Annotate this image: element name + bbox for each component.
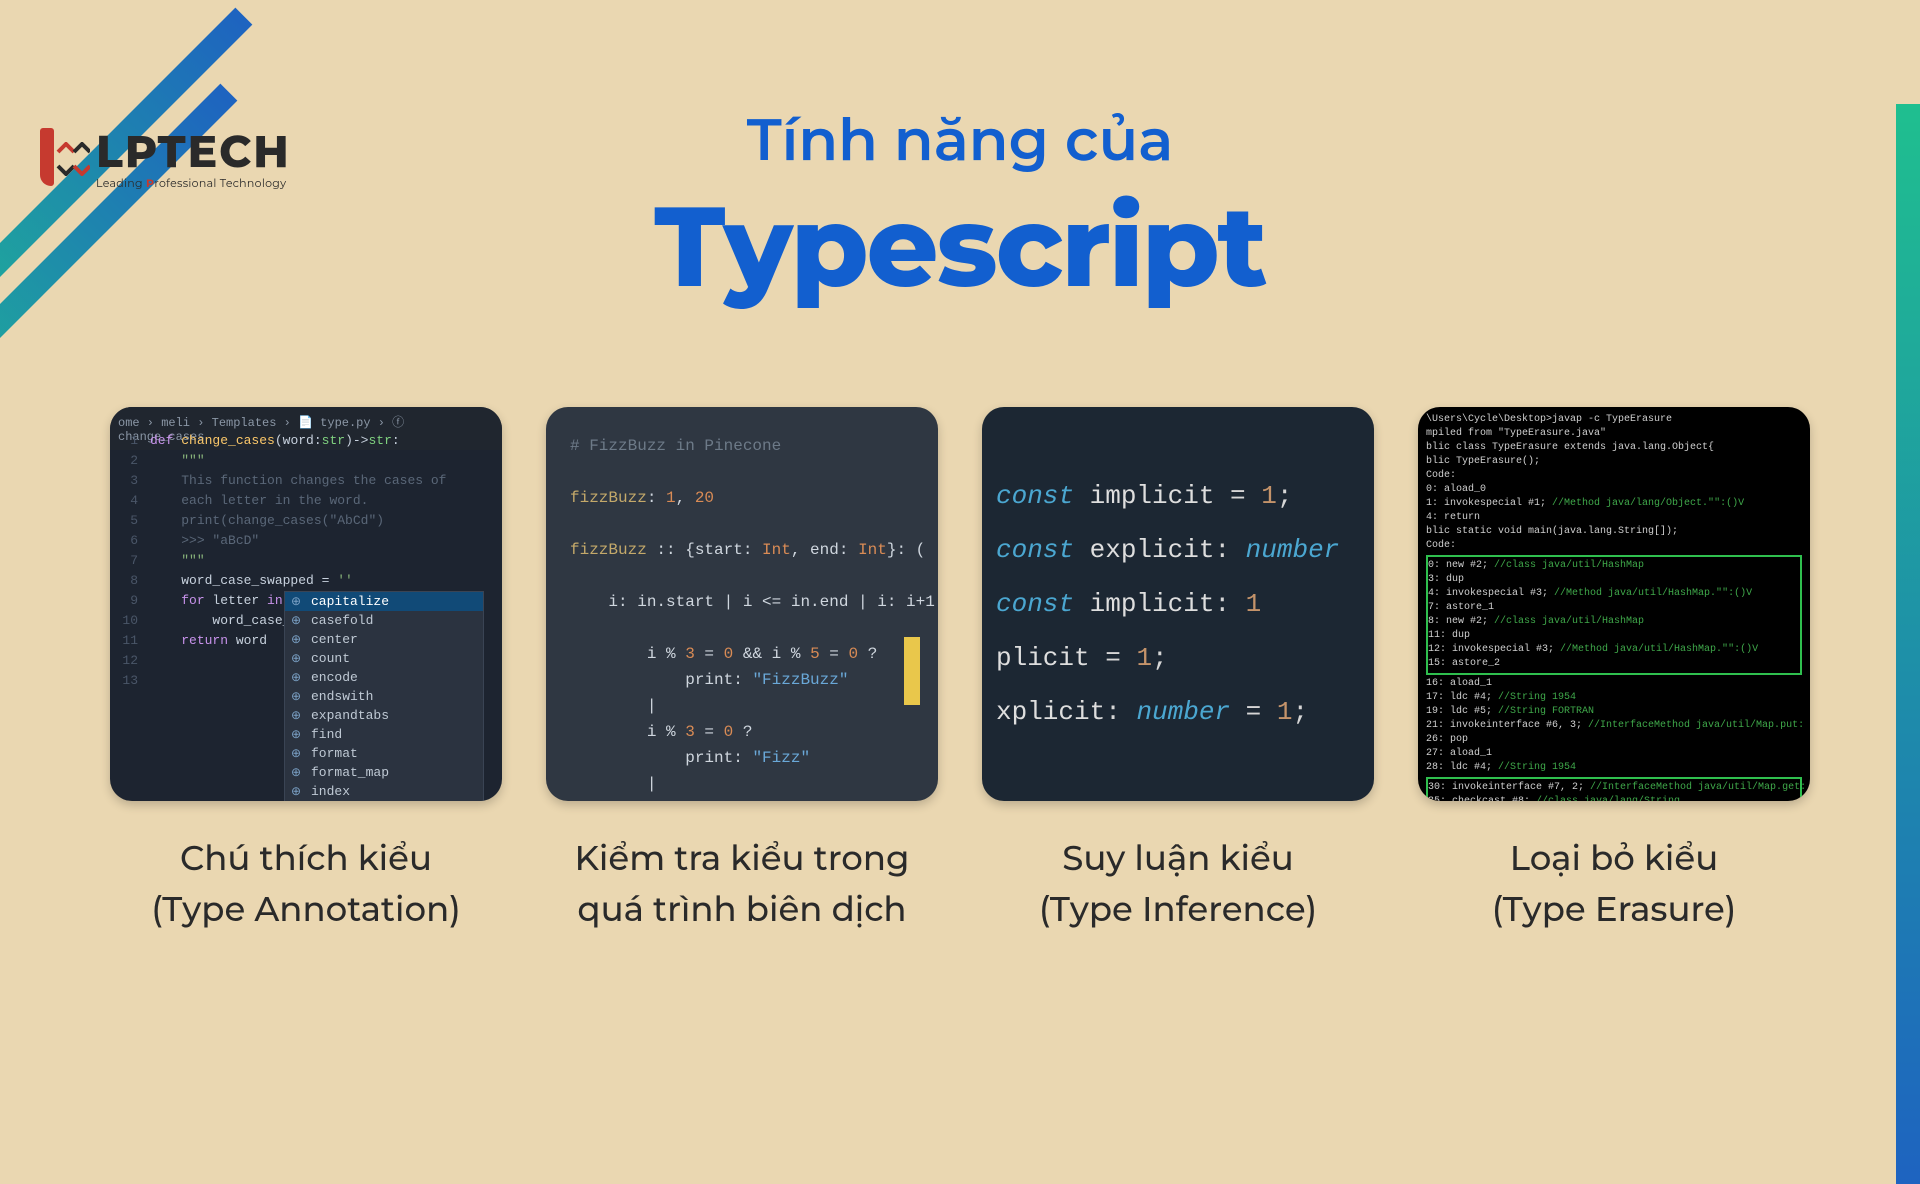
- terminal-block: \Users\Cycle\Desktop>javap -c TypeErasur…: [1426, 413, 1802, 553]
- code-line: const implicit: 1: [996, 589, 1374, 619]
- brand-name: LPTECH: [96, 130, 291, 174]
- feature-caption: Kiểm tra kiểu trong quá trình biên dịch: [574, 833, 909, 935]
- brand-tagline: Leading Professional Technology: [96, 176, 291, 190]
- feature-card: const implicit = 1; const explicit: numb…: [982, 407, 1374, 935]
- thumb-type-annotation: ome › meli › Templates › 📄 type.py › ⓕ c…: [110, 407, 502, 801]
- brand-mark: [34, 128, 90, 192]
- terminal-block: 16: aload_1 17: ldc #4; //String 1954 19…: [1426, 677, 1802, 775]
- feature-card: # FizzBuzz in Pinecone fizzBuzz: 1, 20 f…: [546, 407, 938, 935]
- brand-logo: LPTECH Leading Professional Technology: [34, 128, 291, 192]
- code-line: const implicit = 1;: [996, 481, 1374, 511]
- autocomplete-popup: capitalizecasefoldcentercountencodeendsw…: [284, 591, 484, 801]
- code-line: plicit = 1;: [996, 643, 1374, 673]
- thumb-compile-check: # FizzBuzz in Pinecone fizzBuzz: 1, 20 f…: [546, 407, 938, 801]
- feature-caption: Suy luận kiểu (Type Inference): [1039, 833, 1317, 935]
- code-body: # FizzBuzz in Pinecone fizzBuzz: 1, 20 f…: [570, 433, 938, 801]
- feature-caption: Loại bỏ kiểu (Type Erasure): [1492, 833, 1737, 935]
- title-main: Typescript: [0, 179, 1920, 315]
- thumb-type-erasure: \Users\Cycle\Desktop>javap -c TypeErasur…: [1418, 407, 1810, 801]
- feature-card: ome › meli › Templates › 📄 type.py › ⓕ c…: [110, 407, 502, 935]
- terminal-highlight: 30: invokeinterface #7, 2; //InterfaceMe…: [1426, 777, 1802, 801]
- terminal-highlight: 0: new #2; //class java/util/HashMap 3: …: [1426, 555, 1802, 675]
- accent-stripe-right: [1896, 104, 1920, 1184]
- code-line: const explicit: number: [996, 535, 1374, 565]
- feature-card: \Users\Cycle\Desktop>javap -c TypeErasur…: [1418, 407, 1810, 935]
- feature-grid: ome › meli › Templates › 📄 type.py › ⓕ c…: [0, 407, 1920, 935]
- highlight-bar: [904, 637, 920, 705]
- thumb-type-inference: const implicit = 1; const explicit: numb…: [982, 407, 1374, 801]
- line-gutter: 12345678910111213: [110, 431, 146, 691]
- feature-caption: Chú thích kiểu (Type Annotation): [151, 833, 460, 935]
- code-line: xplicit: number = 1;: [996, 697, 1374, 727]
